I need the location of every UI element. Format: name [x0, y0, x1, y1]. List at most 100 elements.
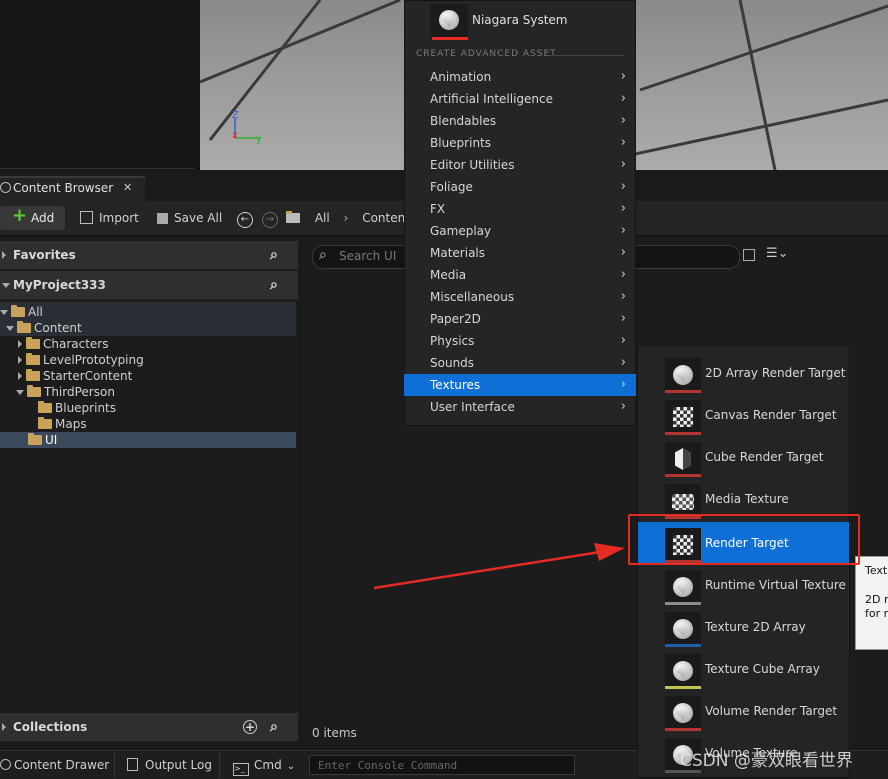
asset-type-bar: [665, 644, 701, 647]
save-search-icon[interactable]: [743, 249, 755, 261]
expand-arrow-icon: [16, 390, 24, 395]
menu-item-media[interactable]: Media ›: [404, 264, 636, 286]
chevron-right-icon: ›: [620, 69, 626, 84]
tree-item-content[interactable]: Content: [6, 320, 82, 336]
content-browser-icon: [0, 182, 11, 193]
chevron-right-icon: ›: [620, 223, 626, 238]
viewport-divider: [0, 168, 195, 169]
output-log-button[interactable]: Output Log: [127, 754, 212, 776]
forward-button[interactable]: →: [262, 206, 278, 230]
menu-section-header: CREATE ADVANCED ASSET: [416, 49, 557, 59]
tree-item-levelprototyping[interactable]: LevelPrototyping: [18, 352, 144, 368]
asset-type-bar: [665, 474, 701, 477]
ball-icon: [673, 577, 693, 597]
menu-item-user-interface[interactable]: User Interface ›: [404, 396, 636, 418]
tree-item-blueprints[interactable]: Blueprints: [38, 400, 116, 416]
submenu-item-texture-cube-array[interactable]: Texture Cube Array: [638, 648, 849, 690]
tree-item-label: LevelPrototyping: [43, 353, 144, 367]
tree-item-characters[interactable]: Characters: [18, 336, 109, 352]
collections-header[interactable]: Collections + ⌕: [0, 713, 298, 741]
menu-item-miscellaneous[interactable]: Miscellaneous ›: [404, 286, 636, 308]
submenu-item-canvas-render-target[interactable]: Canvas Render Target: [638, 394, 849, 436]
menu-item-gameplay[interactable]: Gameplay ›: [404, 220, 636, 242]
menu-item-label: Editor Utilities: [430, 158, 515, 172]
cmd-dropdown[interactable]: >_ Cmd ⌄: [233, 754, 295, 776]
chevron-right-icon: ›: [620, 377, 626, 392]
search-icon[interactable]: ⌕: [270, 241, 278, 269]
menu-item-animation[interactable]: Animation ›: [404, 66, 636, 88]
menu-item-sounds[interactable]: Sounds ›: [404, 352, 636, 374]
tree-item-thirdperson[interactable]: ThirdPerson: [16, 384, 115, 400]
menu-item-label: Blueprints: [430, 136, 492, 150]
back-button[interactable]: ←: [237, 206, 253, 230]
project-header[interactable]: MyProject333 ⌕: [0, 271, 298, 299]
menu-item-editor-utilities[interactable]: Editor Utilities ›: [404, 154, 636, 176]
content-drawer-button[interactable]: Content Drawer: [0, 754, 109, 776]
collapse-arrow-icon: [2, 723, 6, 731]
close-tab-icon[interactable]: ✕: [123, 181, 132, 194]
menu-item-label: Miscellaneous: [430, 290, 515, 304]
breadcrumb: All › Content: [286, 206, 410, 230]
collections-label: Collections: [13, 720, 88, 734]
divider: [114, 752, 115, 778]
save-all-button[interactable]: Save All: [157, 206, 222, 230]
asset-thumbnail: [665, 570, 701, 604]
tree-item-startercontent[interactable]: StarterContent: [18, 368, 132, 384]
submenu-item-runtime-virtual-texture[interactable]: Runtime Virtual Texture: [638, 564, 849, 606]
add-button[interactable]: + Add: [0, 205, 65, 230]
asset-type-bar: [665, 686, 701, 689]
chevron-right-icon: ›: [620, 91, 626, 106]
tree-item-maps[interactable]: Maps: [38, 416, 87, 432]
menu-item-blendables[interactable]: Blendables ›: [404, 110, 636, 132]
breadcrumb-separator-icon: ›: [343, 211, 349, 225]
menu-item-foliage[interactable]: Foliage ›: [404, 176, 636, 198]
breadcrumb-all[interactable]: All: [315, 211, 330, 225]
asset-type-bar: [665, 602, 701, 605]
chevron-right-icon: ›: [620, 267, 626, 282]
import-icon: [80, 211, 93, 224]
tree-item-label: Blueprints: [55, 401, 117, 415]
ball-icon: [673, 365, 693, 385]
ball-icon: [673, 703, 693, 723]
menu-item-niagara-system[interactable]: Niagara System: [472, 13, 567, 27]
tooltip-title: Text: [865, 564, 888, 577]
submenu-item-volume-render-target[interactable]: Volume Render Target: [638, 690, 849, 732]
chevron-right-icon: ›: [620, 245, 626, 260]
search-icon[interactable]: ⌕: [270, 271, 278, 299]
menu-item-blueprints[interactable]: Blueprints ›: [404, 132, 636, 154]
annotation-arrow: [373, 543, 625, 590]
tab-content-browser[interactable]: Content Browser ✕: [0, 176, 145, 203]
content-drawer-icon: [0, 759, 11, 770]
menu-item-label: Materials: [430, 246, 486, 260]
tree-item-label: StarterContent: [43, 369, 133, 383]
asset-thumbnail: [665, 654, 701, 688]
menu-item-fx[interactable]: FX ›: [404, 198, 636, 220]
menu-item-label: Sounds: [430, 356, 475, 370]
submenu-item-label: Volume Render Target: [705, 704, 838, 718]
menu-item-artificial-intelligence[interactable]: Artificial Intelligence ›: [404, 88, 636, 110]
search-icon[interactable]: ⌕: [270, 713, 278, 741]
axis-gizmo: [234, 118, 260, 139]
submenu-item-texture-2d-array[interactable]: Texture 2D Array: [638, 606, 849, 648]
menu-item-textures[interactable]: Textures ›: [404, 374, 636, 396]
menu-item-paper2d[interactable]: Paper2D ›: [404, 308, 636, 330]
submenu-item-cube-render-target[interactable]: Cube Render Target: [638, 436, 849, 478]
section-divider: [548, 55, 624, 56]
collapse-arrow-icon: [18, 356, 22, 364]
add-collection-icon[interactable]: +: [243, 720, 257, 734]
filter-icon[interactable]: ☰⌄: [766, 246, 789, 261]
tree-item-label: Maps: [55, 417, 87, 431]
menu-item-label: Animation: [430, 70, 492, 84]
breadcrumb-content[interactable]: Content: [362, 211, 410, 225]
submenu-item-2d-array-render-target[interactable]: 2D Array Render Target: [638, 352, 849, 394]
console-command-input[interactable]: Enter Console Command: [309, 755, 575, 775]
import-button[interactable]: Import: [80, 206, 139, 230]
folder-icon: [27, 385, 41, 397]
submenu-item-label: Runtime Virtual Texture: [705, 578, 846, 592]
menu-item-materials[interactable]: Materials ›: [404, 242, 636, 264]
menu-item-physics[interactable]: Physics ›: [404, 330, 636, 352]
search-input[interactable]: Search UI: [339, 249, 396, 263]
tree-item-ui[interactable]: UI: [28, 432, 57, 448]
favorites-header[interactable]: Favorites ⌕: [0, 241, 298, 269]
tree-item-all[interactable]: All: [0, 304, 43, 320]
